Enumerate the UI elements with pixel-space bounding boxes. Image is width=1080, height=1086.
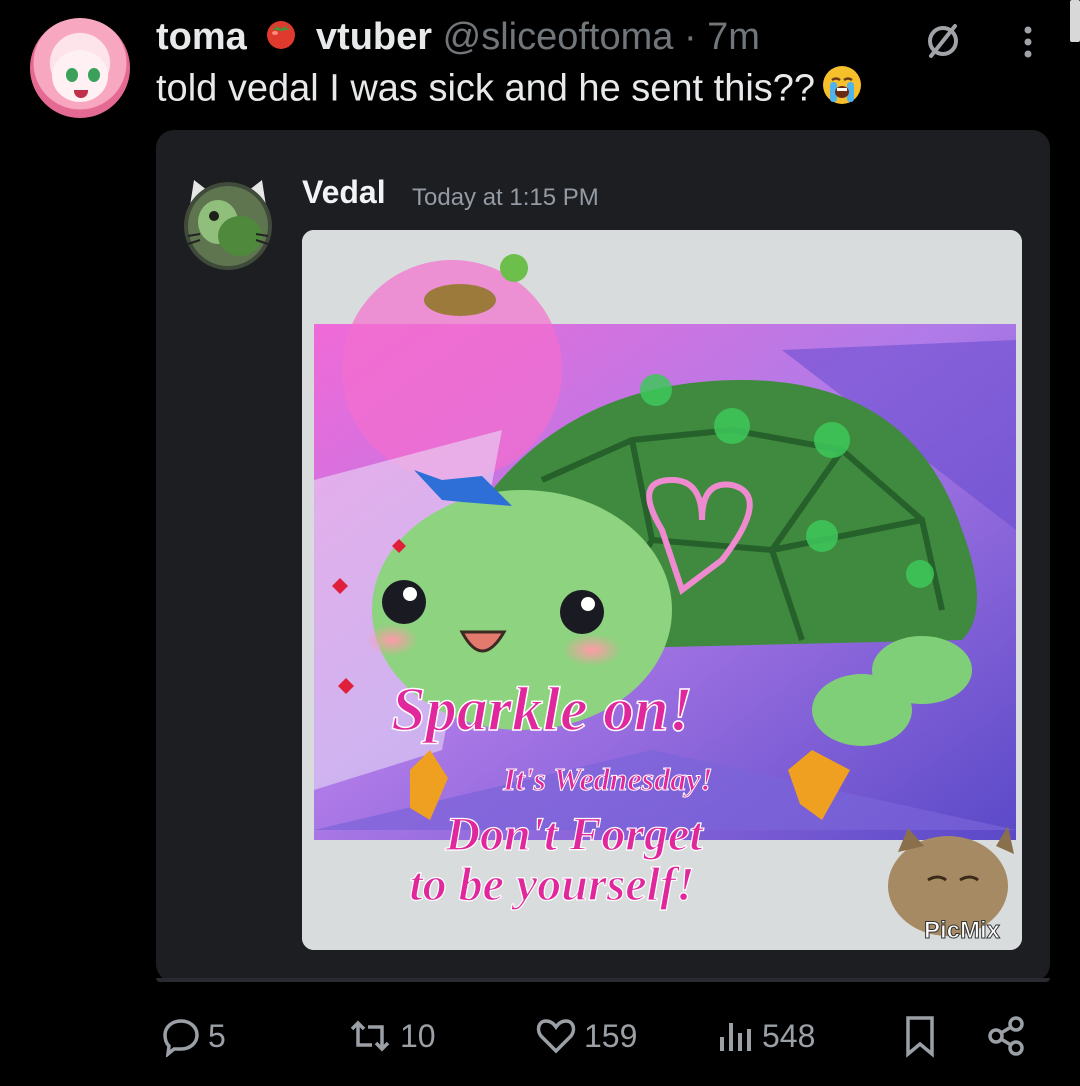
post-text: told vedal I was sick and he sent this?? [156,64,863,117]
post-header: toma vtuber @sliceoftoma · 7m [156,14,760,62]
image-text-line3: Don't Forget [444,808,704,861]
picmix-watermark: PicMix [924,917,1001,944]
repost-button[interactable]: 10 [346,1006,436,1066]
scrollbar[interactable] [1070,0,1080,42]
repost-icon [350,1020,390,1052]
heart-icon [536,1019,576,1054]
author-avatar[interactable] [30,18,130,118]
embed-username[interactable]: Vedal [302,174,386,211]
author-tag: vtuber [315,16,433,58]
embedded-message-card[interactable]: Vedal Today at 1:15 PM Sparkle on! It's … [156,130,1050,982]
views-icon [720,1023,751,1051]
reply-count: 5 [208,1017,226,1054]
crying-face-emoji-icon [821,64,863,117]
separator: · [683,16,697,58]
views-button[interactable]: 548 [716,1006,815,1066]
post-time[interactable]: 7m [707,16,760,58]
tomato-icon [263,15,299,62]
author-handle[interactable]: @sliceoftoma [443,16,674,58]
image-text-line1: Sparkle on! [391,676,692,744]
embed-timestamp: Today at 1:15 PM [412,184,599,211]
more-options-icon[interactable] [1018,22,1038,62]
image-text-line4: to be yourself! [409,858,694,911]
share-button[interactable] [984,1006,1034,1066]
vedal-avatar[interactable] [180,176,276,272]
author-name[interactable]: toma [156,16,247,58]
card-divider [156,978,1050,982]
like-button[interactable]: 159 [534,1006,637,1066]
repost-count: 10 [400,1017,436,1054]
like-count: 159 [584,1017,638,1054]
reply-button[interactable]: 5 [160,1006,226,1066]
views-count: 548 [762,1017,816,1054]
bookmark-button[interactable] [900,1006,946,1066]
attached-image[interactable]: Sparkle on! It's Wednesday! Don't Forget… [302,230,1022,950]
action-bar: 5 10 159 548 [0,1006,1080,1066]
post-text-content: told vedal I was sick and he sent this?? [156,67,816,110]
bookmark-icon [906,1016,934,1058]
share-icon [988,1016,1024,1056]
reply-icon [163,1019,199,1057]
image-text-line2: It's Wednesday! [502,761,713,797]
mute-icon[interactable] [922,20,964,62]
